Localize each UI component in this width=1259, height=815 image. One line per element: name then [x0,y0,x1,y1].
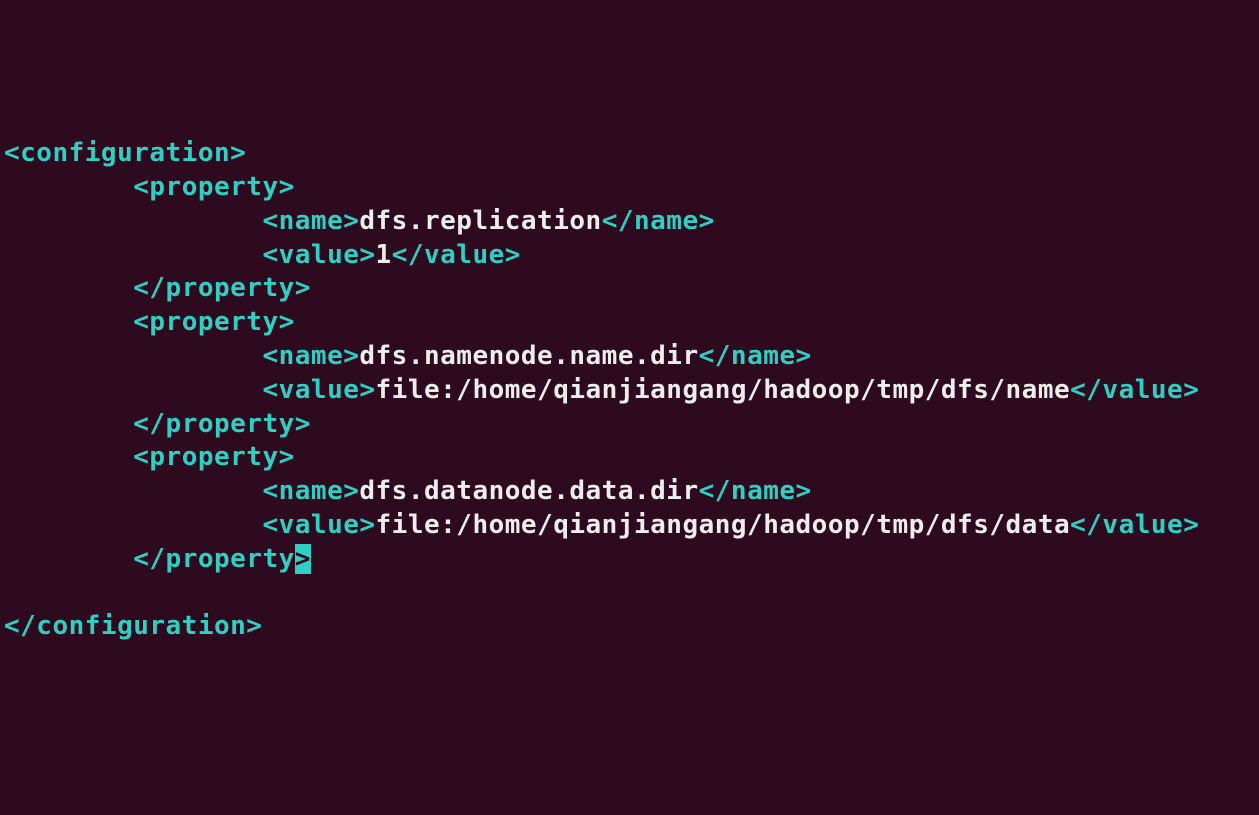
xml-close-tag: </property> [133,273,311,303]
xml-close-tag: </name> [699,341,812,371]
xml-open-tag: <name> [262,476,359,506]
xml-close-tag: </configuration> [4,611,262,641]
xml-close-tag: </name> [699,476,812,506]
xml-open-tag: <value> [262,240,375,270]
xml-open-tag: <property> [133,172,295,202]
xml-close-tag: </value> [392,240,521,270]
property-name: dfs.replication [359,206,601,236]
property-value: file:/home/qianjiangang/hadoop/tmp/dfs/n… [376,375,1071,405]
cursor: > [295,544,311,574]
xml-open-tag: <name> [262,206,359,236]
xml-open-tag: <name> [262,341,359,371]
xml-close-tag: </value> [1070,510,1199,540]
xml-close-tag: </name> [602,206,715,236]
terminal-editor[interactable]: <configuration> <property> <name>dfs.rep… [4,137,1255,644]
property-name: dfs.datanode.data.dir [359,476,698,506]
xml-close-tag: </property> [133,409,311,439]
property-name: dfs.namenode.name.dir [359,341,698,371]
xml-close-tag: </value> [1070,375,1199,405]
xml-open-tag: <value> [262,510,375,540]
xml-close-tag: </property [133,544,295,574]
xml-open-tag: <value> [262,375,375,405]
property-value: 1 [376,240,392,270]
xml-open-tag: <property> [133,307,295,337]
property-value: file:/home/qianjiangang/hadoop/tmp/dfs/d… [376,510,1071,540]
xml-open-tag: <configuration> [4,138,246,168]
xml-open-tag: <property> [133,442,295,472]
